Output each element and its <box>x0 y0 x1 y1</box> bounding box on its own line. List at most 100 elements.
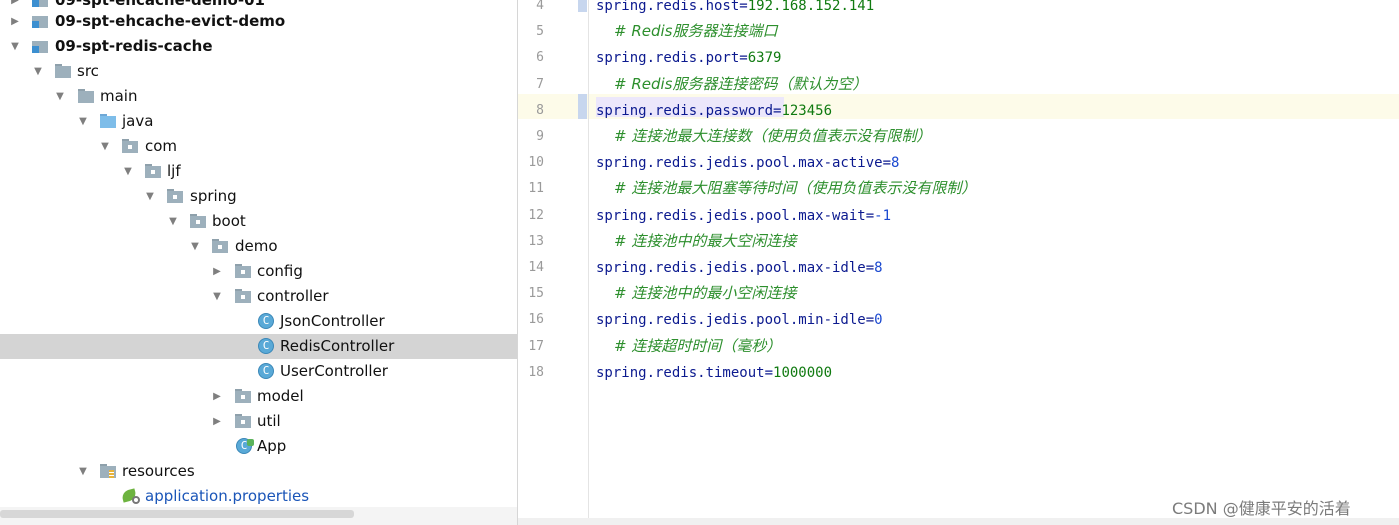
watermark: CSDN @健康平安的活着 <box>1172 499 1351 518</box>
property-key: spring.redis.jedis.pool.max-active <box>596 155 883 172</box>
package-icon <box>235 289 251 304</box>
tree-label: src <box>77 62 99 80</box>
chevron-down-icon[interactable]: ▼ <box>10 42 20 52</box>
source-folder-icon <box>100 114 116 129</box>
property-line: spring.redis.jedis.pool.max-idle=8 <box>596 259 883 277</box>
property-value: 0 <box>874 312 883 329</box>
property-equals: = <box>739 50 748 67</box>
tree-label: config <box>257 262 303 280</box>
tree-label: 09-spt-redis-cache <box>55 37 213 55</box>
scrollbar-thumb[interactable] <box>0 510 354 518</box>
package-icon <box>122 139 138 154</box>
tree-row-folder[interactable]: ▼ main <box>0 84 517 109</box>
tree-label: main <box>100 87 138 105</box>
chevron-right-icon[interactable]: ▶ <box>212 392 222 402</box>
tree-row-file[interactable]: application.properties <box>0 484 517 509</box>
chevron-down-icon[interactable]: ▼ <box>212 292 222 302</box>
line-number: 14 <box>528 260 544 275</box>
property-key: spring.redis.password <box>596 102 774 119</box>
tree-row-package[interactable]: ▼ ljf <box>0 159 517 184</box>
property-key: spring.redis.jedis.pool.max-wait <box>596 207 866 224</box>
tree-label: App <box>257 437 287 455</box>
property-value: 1000000 <box>773 364 833 381</box>
tree-row-package[interactable]: ▶ model <box>0 384 517 409</box>
property-line: spring.redis.jedis.pool.max-active=8 <box>596 154 899 172</box>
line-number: 13 <box>528 233 544 249</box>
line-number: 18 <box>528 364 544 380</box>
tree-row-package[interactable]: ▶ config <box>0 259 517 284</box>
tree-row-package[interactable]: ▼ boot <box>0 209 517 234</box>
tree-label: boot <box>212 212 246 230</box>
line-number: 4 <box>536 0 544 13</box>
tree-row-folder[interactable]: ▼ src <box>0 59 517 84</box>
tree-label: RedisController <box>280 337 395 355</box>
change-marker[interactable] <box>578 94 587 119</box>
property-line: spring.redis.port=6379 <box>596 49 781 67</box>
tree-row-class-selected[interactable]: C RedisController <box>0 334 517 359</box>
package-icon <box>235 414 251 429</box>
property-value: 8 <box>891 155 900 172</box>
tree-row-class[interactable]: C UserController <box>0 359 517 384</box>
chevron-down-icon[interactable]: ▼ <box>145 192 155 202</box>
tree-label: UserController <box>280 362 388 380</box>
chevron-down-icon[interactable]: ▼ <box>100 142 110 152</box>
tree-row-folder[interactable]: ▼ resources <box>0 459 517 484</box>
code-comment: # 连接池中的最小空闲连接 <box>614 284 797 303</box>
package-icon <box>190 214 206 229</box>
tree-row-folder[interactable]: ▼ java <box>0 109 517 134</box>
tree-row-class[interactable]: C JsonController <box>0 309 517 334</box>
code-comment: # Redis服务器连接密码（默认为空） <box>614 74 868 93</box>
code-comment: # 连接池最大阻塞等待时间（使用负值表示没有限制） <box>614 179 977 198</box>
code-comment: # 连接池中的最大空闲连接 <box>614 231 797 250</box>
tree-row-module[interactable]: ▶ 09-spt-ehcache-evict-demo <box>0 9 517 34</box>
property-line: spring.redis.jedis.pool.max-wait=-1 <box>596 207 891 225</box>
property-value: 123456 <box>781 102 833 119</box>
chevron-down-icon[interactable]: ▼ <box>190 242 200 252</box>
folder-icon <box>55 64 71 79</box>
chevron-right-icon[interactable]: ▶ <box>10 17 20 27</box>
chevron-right-icon[interactable]: ▶ <box>212 417 222 427</box>
chevron-down-icon[interactable]: ▼ <box>55 92 65 102</box>
resources-folder-icon <box>100 464 116 479</box>
tree-row-package[interactable]: ▼ spring <box>0 184 517 209</box>
tree-row-module[interactable]: ▼ 09-spt-redis-cache <box>0 34 517 59</box>
line-number: 9 <box>536 129 544 144</box>
property-line: spring.redis.host=192.168.152.141 <box>596 0 874 15</box>
package-icon <box>167 189 183 204</box>
change-marker[interactable] <box>578 0 587 12</box>
property-line: spring.redis.jedis.pool.min-idle=0 <box>596 311 883 329</box>
chevron-down-icon[interactable]: ▼ <box>78 467 88 477</box>
tree-row-class[interactable]: C App <box>0 434 517 459</box>
property-equals: = <box>865 207 875 224</box>
tree-label: com <box>145 137 178 155</box>
module-icon <box>32 14 48 29</box>
java-class-icon: C <box>258 338 274 354</box>
chevron-down-icon[interactable]: ▼ <box>123 167 133 177</box>
tree-label: model <box>257 387 304 405</box>
property-equals: = <box>865 312 875 329</box>
tree-label: controller <box>257 287 329 305</box>
chevron-down-icon[interactable]: ▼ <box>168 217 178 227</box>
folder-icon <box>78 89 94 104</box>
property-key: spring.redis.jedis.pool.min-idle <box>596 312 866 329</box>
property-value: -1 <box>874 207 892 224</box>
property-equals: = <box>739 0 748 14</box>
package-icon <box>145 164 161 179</box>
tree-row-package[interactable]: ▼ com <box>0 134 517 159</box>
horizontal-scrollbar[interactable] <box>0 507 517 525</box>
java-class-icon: C <box>258 363 274 379</box>
line-number: 7 <box>536 76 544 92</box>
chevron-down-icon[interactable]: ▼ <box>33 67 43 77</box>
tree-label: JsonController <box>280 312 385 330</box>
chevron-down-icon[interactable]: ▼ <box>78 117 88 127</box>
tree-label: application.properties <box>145 487 310 505</box>
editor-bottom-edge <box>518 518 1399 525</box>
tree-row-package[interactable]: ▶ util <box>0 409 517 434</box>
tree-label: ljf <box>167 162 181 180</box>
line-number: 16 <box>528 312 544 328</box>
chevron-right-icon[interactable]: ▶ <box>10 0 20 6</box>
tree-row-package[interactable]: ▼ demo <box>0 234 517 259</box>
chevron-right-icon[interactable]: ▶ <box>212 267 222 277</box>
property-value: 8 <box>874 260 883 276</box>
tree-row-package[interactable]: ▼ controller <box>0 284 517 309</box>
